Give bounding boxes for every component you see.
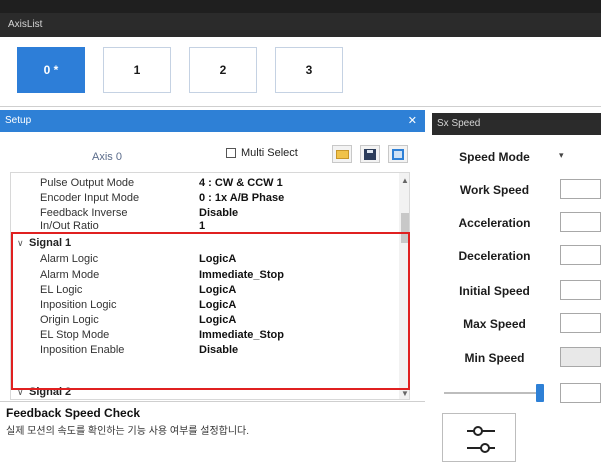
scroll-thumb[interactable] xyxy=(401,213,409,243)
work-speed-input[interactable] xyxy=(560,179,601,199)
property-row[interactable]: In/Out Ratio 1 xyxy=(11,220,399,232)
speed-mode-label: Speed Mode xyxy=(459,150,530,164)
description-title: Feedback Speed Check xyxy=(6,406,141,420)
description-text: 실제 모션의 속도를 확인하는 기능 사용 여부를 설정합니다. xyxy=(6,426,250,437)
property-label: Origin Logic xyxy=(40,314,99,326)
property-label: EL Logic xyxy=(40,284,83,296)
property-label: Pulse Output Mode xyxy=(40,177,135,189)
deceleration-label: Deceleration xyxy=(458,249,531,263)
property-label: In/Out Ratio xyxy=(40,220,99,232)
category-label: Signal 1 xyxy=(29,237,72,249)
axislist-panel: 0 * 1 2 3 xyxy=(0,37,601,107)
close-icon[interactable]: ✕ xyxy=(408,110,417,132)
max-speed-label: Max Speed xyxy=(463,317,526,331)
property-value[interactable]: 4 : CW & CCW 1 xyxy=(199,177,283,189)
property-value[interactable]: LogicA xyxy=(199,284,236,296)
speed-slider-thumb[interactable] xyxy=(536,384,544,402)
scrollbar[interactable]: ▲ ▼ xyxy=(399,173,409,399)
property-row[interactable]: Origin Logic LogicA xyxy=(11,314,399,326)
title-bar-strip xyxy=(0,0,601,13)
description-panel: Feedback Speed Check 실제 모션의 속도를 확인하는 기능 … xyxy=(0,401,425,462)
category-label: Signal 2 xyxy=(29,386,72,398)
property-row[interactable]: Pulse Output Mode 4 : CW & CCW 1 xyxy=(11,177,399,189)
deceleration-input[interactable] xyxy=(560,245,601,265)
scroll-down-icon[interactable]: ▼ xyxy=(401,389,409,398)
property-row[interactable]: Encoder Input Mode 0 : 1x A/B Phase xyxy=(11,192,399,204)
property-value[interactable]: 0 : 1x A/B Phase xyxy=(199,192,284,204)
scroll-up-icon[interactable]: ▲ xyxy=(401,176,409,185)
property-value[interactable]: LogicA xyxy=(199,253,236,265)
initial-speed-input[interactable] xyxy=(560,280,601,300)
min-speed-input xyxy=(560,347,601,367)
setup-panel-title: Setup ✕ xyxy=(0,110,425,132)
property-value[interactable]: LogicA xyxy=(199,299,236,311)
property-row[interactable]: Feedback Inverse Disable xyxy=(11,207,399,219)
property-row[interactable]: Alarm Mode Immediate_Stop xyxy=(11,269,399,281)
axis-2-button[interactable]: 2 xyxy=(189,47,257,93)
tune-icon xyxy=(467,426,495,453)
property-label: Feedback Inverse xyxy=(40,207,128,219)
category-signal-1[interactable]: ∨ Signal 1 xyxy=(11,237,399,249)
folder-icon[interactable] xyxy=(332,145,352,163)
tune-button[interactable] xyxy=(442,413,516,462)
initial-speed-label: Initial Speed xyxy=(459,284,530,298)
speed-panel-title: Sx Speed xyxy=(432,113,601,135)
property-row[interactable]: EL Stop Mode Immediate_Stop xyxy=(11,329,399,341)
work-speed-label: Work Speed xyxy=(459,183,530,197)
property-value[interactable]: Disable xyxy=(199,344,238,356)
property-value[interactable]: Immediate_Stop xyxy=(199,269,284,281)
property-row[interactable]: Inposition Logic LogicA xyxy=(11,299,399,311)
checkbox-box[interactable] xyxy=(226,148,236,158)
speed-slider-track[interactable] xyxy=(444,392,544,394)
acceleration-label: Acceleration xyxy=(458,216,531,230)
save-icon[interactable] xyxy=(360,145,380,163)
property-value[interactable]: LogicA xyxy=(199,314,236,326)
property-grid: Pulse Output Mode 4 : CW & CCW 1 Encoder… xyxy=(10,172,410,400)
property-row[interactable]: EL Logic LogicA xyxy=(11,284,399,296)
property-label: Inposition Logic xyxy=(40,299,117,311)
axis-0-button[interactable]: 0 * xyxy=(17,47,85,93)
axislist-panel-title: AxisList xyxy=(0,13,601,37)
property-label: Alarm Logic xyxy=(40,253,99,265)
chevron-down-icon[interactable]: ▾ xyxy=(559,150,564,161)
axis-label: Axis 0 xyxy=(92,151,122,163)
property-label: Encoder Input Mode xyxy=(40,192,140,204)
panel-icon[interactable] xyxy=(388,145,408,163)
axis-3-button[interactable]: 3 xyxy=(275,47,343,93)
min-speed-label: Min Speed xyxy=(464,351,525,365)
property-value[interactable]: Disable xyxy=(199,207,238,219)
multi-select-label: Multi Select xyxy=(241,147,298,159)
acceleration-input[interactable] xyxy=(560,212,601,232)
chevron-down-icon[interactable]: ∨ xyxy=(17,386,24,398)
property-row[interactable]: Alarm Logic LogicA xyxy=(11,253,399,265)
property-value[interactable]: Immediate_Stop xyxy=(199,329,284,341)
property-label: Inposition Enable xyxy=(40,344,125,356)
slider-value-input[interactable] xyxy=(560,383,601,403)
speed-panel: Speed Mode ▾ Work Speed Acceleration Dec… xyxy=(432,135,601,462)
property-value[interactable]: 1 xyxy=(199,220,205,232)
multi-select-checkbox[interactable]: Multi Select xyxy=(226,147,298,159)
setup-title-text: Setup xyxy=(5,115,32,126)
chevron-down-icon[interactable]: ∨ xyxy=(17,237,24,249)
setup-toolbar: Axis 0 Multi Select xyxy=(0,132,425,172)
category-signal-2[interactable]: ∨ Signal 2 xyxy=(11,386,399,398)
max-speed-input[interactable] xyxy=(560,313,601,333)
axis-1-button[interactable]: 1 xyxy=(103,47,171,93)
property-row[interactable]: Inposition Enable Disable xyxy=(11,344,399,356)
property-label: EL Stop Mode xyxy=(40,329,110,341)
property-label: Alarm Mode xyxy=(40,269,100,281)
